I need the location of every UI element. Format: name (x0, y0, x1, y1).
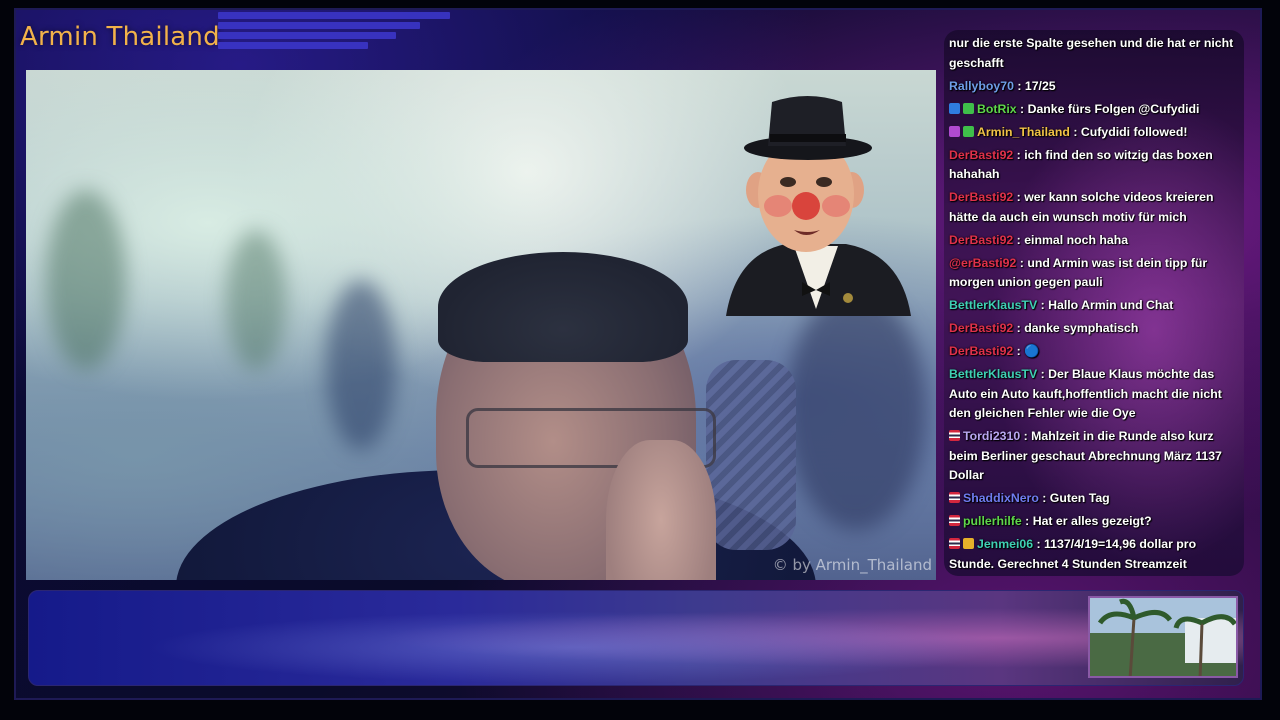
chat-text: einmal noch haha (1024, 232, 1129, 247)
chat-text: Guten Tag (1049, 491, 1110, 505)
chat-message: Tordi2310 : Mahlzeit in die Runde also k… (949, 427, 1240, 486)
garden-camera-thumbnail (1088, 596, 1238, 678)
chat-text: nur die erste Spalte gesehen und die hat… (949, 36, 1234, 70)
thai-flag-icon (949, 538, 960, 549)
chat-separator: : (1038, 491, 1050, 505)
chair (706, 360, 796, 550)
chat-message: DerBasti92 : wer kann solche videos krei… (949, 188, 1240, 227)
chat-username[interactable]: DerBasti92 (949, 148, 1013, 162)
chat-separator: : (1016, 101, 1028, 116)
chat-separator: : (1037, 367, 1049, 381)
channel-title: Armin Thailand (20, 22, 220, 52)
chat-text: Cufydidi followed! (1080, 124, 1188, 139)
chat-separator: : (1013, 147, 1025, 162)
chat-username[interactable]: DerBasti92 (949, 233, 1013, 247)
chat-username[interactable]: Armin_Thailand (977, 125, 1070, 139)
chat-message: nur die erste Spalte gesehen und die hat… (949, 34, 1240, 73)
chat-message: BettlerKlausTV : Der Blaue Klaus möchte … (949, 365, 1240, 424)
chat-separator: : (1013, 344, 1025, 358)
chat-separator: : (1013, 321, 1025, 335)
chat-separator: : (1021, 514, 1033, 528)
chat-text: 🔵 (1024, 344, 1040, 358)
chat-username[interactable]: BettlerKlausTV (949, 367, 1037, 381)
streamer-hand (606, 440, 716, 580)
thai-flag-icon (949, 430, 960, 441)
chat-separator: : (1016, 255, 1028, 270)
chat-message: DerBasti92 : danke symphatisch (949, 319, 1240, 339)
chat-message: Armin_Thailand : Cufydidi followed! (949, 123, 1240, 143)
chat-text: 17/25 (1024, 78, 1056, 93)
broadcaster-icon (949, 125, 960, 137)
chat-separator: : (1013, 232, 1025, 247)
chat-message: Rallyboy70 : 17/25 (949, 77, 1240, 97)
title-decoration-bars (218, 12, 450, 52)
chat-username[interactable]: DerBasti92 (949, 344, 1013, 358)
sub-icon (963, 538, 974, 549)
streamer-hair (438, 252, 688, 362)
chat-username[interactable]: BotRix (977, 102, 1017, 116)
chat-text: Hallo Armin und Chat (1048, 298, 1174, 312)
chat-separator: : (1013, 190, 1025, 204)
chat-text: Hat er alles gezeigt? (1032, 514, 1152, 528)
bot-icon (949, 102, 960, 114)
chat-message: BotRix : Danke fürs Folgen @Cufydidi (949, 100, 1240, 120)
chat-separator: : (1037, 298, 1049, 312)
chat-message: @erBasti92 : und Armin was ist dein tipp… (949, 254, 1240, 293)
bottom-banner (28, 590, 1244, 686)
chat-separator: : (1020, 429, 1032, 443)
verified-icon (963, 102, 974, 114)
chat-separator: : (1069, 124, 1081, 139)
chat-message: DerBasti92 : ich find den so witzig das … (949, 146, 1240, 185)
chat-message: BettlerKlausTV : Hallo Armin und Chat (949, 296, 1240, 316)
chat-username[interactable]: pullerhilfe (963, 514, 1022, 528)
chat-message: ShaddixNero : Guten Tag (949, 489, 1240, 509)
mascot-top-hat-icon (726, 96, 911, 316)
chat-text: Danke fürs Folgen @Cufydidi (1027, 101, 1200, 116)
thai-flag-icon (949, 492, 960, 503)
chat-username[interactable]: Tordi2310 (963, 429, 1020, 443)
chat-username[interactable]: Rallyboy70 (949, 79, 1014, 93)
chat-message: pullerhilfe : Hat er alles gezeigt? (949, 512, 1240, 532)
chat-username[interactable]: DerBasti92 (949, 321, 1013, 335)
chat-panel[interactable]: nur die erste Spalte gesehen und die hat… (944, 30, 1244, 576)
webcam-watermark: © by Armin_Thailand (772, 556, 932, 574)
chat-message: DerBasti92 : einmal noch haha (949, 231, 1240, 251)
chat-text: danke symphatisch (1024, 321, 1139, 335)
chat-username[interactable]: @erBasti92 (949, 256, 1016, 270)
chat-username[interactable]: BettlerKlausTV (949, 298, 1037, 312)
chat-separator: : (1033, 537, 1044, 551)
chat-message: Jenmei06 : 1137/4/19=14,96 dollar pro St… (949, 535, 1240, 574)
thai-flag-icon (949, 515, 960, 526)
verified-icon (963, 125, 974, 137)
chat-username[interactable]: DerBasti92 (949, 190, 1013, 204)
chat-username[interactable]: ShaddixNero (963, 491, 1039, 505)
chat-separator: : (1013, 78, 1025, 93)
chat-message: DerBasti92 : 🔵 (949, 342, 1240, 362)
chat-username[interactable]: Jenmei06 (977, 537, 1033, 551)
